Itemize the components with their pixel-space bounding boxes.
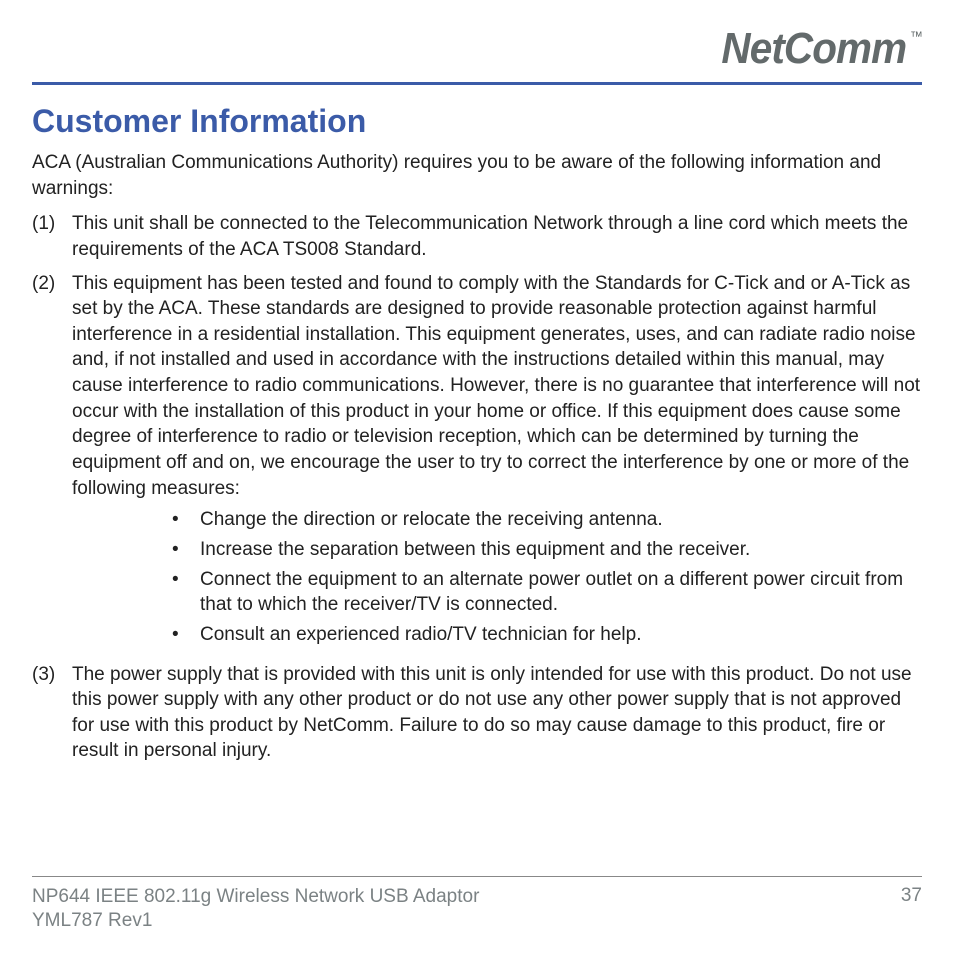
- footer-product-info: NP644 IEEE 802.11g Wireless Network USB …: [32, 885, 479, 934]
- product-name: NP644 IEEE 802.11g Wireless Network USB …: [32, 885, 479, 910]
- bullet-text: Connect the equipment to an alternate po…: [200, 567, 922, 618]
- bullet-icon: •: [172, 622, 200, 648]
- bullet-item: •Consult an experienced radio/TV technic…: [172, 622, 922, 648]
- item-number: (3): [32, 662, 72, 765]
- intro-paragraph: ACA (Australian Communications Authority…: [32, 150, 922, 201]
- brand-logo: NetComm ™: [722, 24, 922, 74]
- list-item: (2) This equipment has been tested and f…: [32, 271, 922, 654]
- item-text: This unit shall be connected to the Tele…: [72, 211, 922, 262]
- page-title: Customer Information: [32, 103, 922, 140]
- measures-list: •Change the direction or relocate the re…: [172, 507, 922, 647]
- document-page: NetComm ™ Customer Information ACA (Aust…: [0, 0, 954, 954]
- revision-code: YML787 Rev1: [32, 909, 479, 934]
- warnings-list: (1) This unit shall be connected to the …: [32, 211, 922, 772]
- page-header: NetComm ™: [32, 24, 922, 82]
- bullet-icon: •: [172, 507, 200, 533]
- footer-rule: [32, 876, 922, 877]
- spacer: [32, 772, 922, 876]
- page-footer: NP644 IEEE 802.11g Wireless Network USB …: [32, 885, 922, 934]
- bullet-text: Consult an experienced radio/TV technici…: [200, 622, 641, 648]
- bullet-text: Increase the separation between this equ…: [200, 537, 750, 563]
- bullet-icon: •: [172, 567, 200, 618]
- item-number: (1): [32, 211, 72, 262]
- header-rule: [32, 82, 922, 85]
- item-body: This equipment has been tested and found…: [72, 271, 922, 654]
- item-number: (2): [32, 271, 72, 654]
- item-text: The power supply that is provided with t…: [72, 662, 922, 765]
- brand-name: NetComm: [722, 24, 907, 74]
- bullet-item: •Increase the separation between this eq…: [172, 537, 922, 563]
- item-text: This equipment has been tested and found…: [72, 273, 920, 499]
- bullet-icon: •: [172, 537, 200, 563]
- page-number: 37: [901, 885, 922, 907]
- bullet-item: •Change the direction or relocate the re…: [172, 507, 922, 533]
- bullet-item: •Connect the equipment to an alternate p…: [172, 567, 922, 618]
- list-item: (3) The power supply that is provided wi…: [32, 662, 922, 765]
- list-item: (1) This unit shall be connected to the …: [32, 211, 922, 262]
- bullet-text: Change the direction or relocate the rec…: [200, 507, 663, 533]
- trademark-symbol: ™: [910, 28, 922, 44]
